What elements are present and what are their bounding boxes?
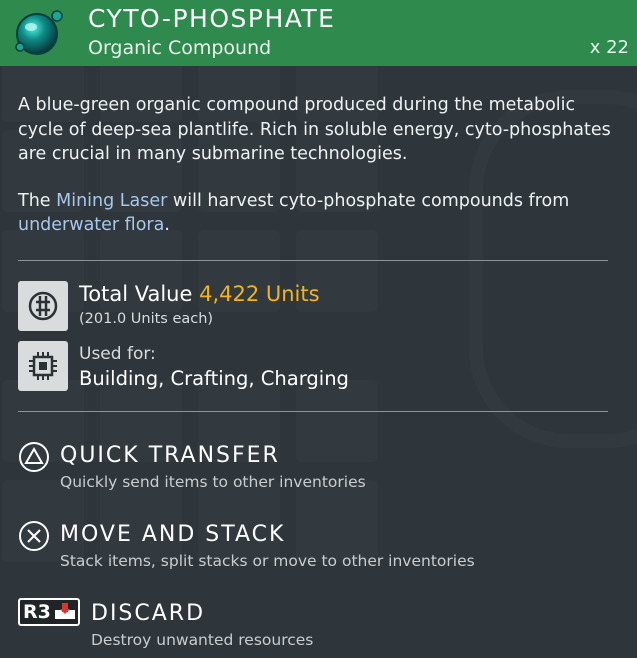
description-text: The [18, 190, 57, 211]
item-description: A blue-green organic compound produced d… [18, 93, 618, 260]
item-category: Organic Compound [88, 37, 272, 59]
item-title: CYTO-PHOSPHATE [88, 4, 336, 33]
used-for-list: Building, Crafting, Charging [79, 367, 349, 390]
description-paragraph: The Mining Laser will harvest cyto-phosp… [18, 189, 618, 238]
description-paragraph: A blue-green organic compound produced d… [18, 95, 611, 164]
total-value-row: Total Value 4,422 Units [79, 282, 320, 306]
description-text: will harvest cyto-phosphate compounds fr… [167, 190, 570, 211]
discard-desc: Destroy unwanted resources [91, 631, 314, 649]
description-text: . [164, 215, 170, 235]
item-quantity: x 22 [589, 37, 629, 58]
units-currency-icon [18, 281, 68, 331]
total-value-label: Total Value [79, 282, 193, 306]
move-and-stack-action[interactable]: MOVE AND STACK [60, 522, 285, 547]
quick-transfer-desc: Quickly send items to other inventories [60, 473, 366, 491]
r3-button-label: R3 [23, 601, 51, 623]
cyto-phosphate-orb-icon [10, 7, 66, 59]
mining-laser-link: Mining Laser [56, 190, 168, 211]
chip-icon [18, 341, 68, 391]
divider [18, 411, 608, 412]
item-header: CYTO-PHOSPHATE Organic Compound x 22 [0, 0, 637, 66]
quick-transfer-action[interactable]: QUICK TRANSFER [60, 443, 280, 468]
r3-button-icon[interactable]: R3 [18, 598, 80, 626]
stick-press-icon [55, 603, 75, 619]
underwater-flora-link: underwater flora [18, 215, 165, 235]
discard-action[interactable]: DISCARD [91, 601, 205, 626]
used-for-label: Used for: [79, 344, 156, 364]
triangle-button-icon[interactable] [18, 441, 50, 477]
total-value-amount: 4,422 Units [199, 282, 320, 306]
cross-button-icon[interactable] [18, 520, 50, 556]
unit-value-each: (201.0 Units each) [79, 311, 214, 327]
move-and-stack-desc: Stack items, split stacks or move to oth… [60, 552, 475, 570]
divider [18, 260, 608, 261]
